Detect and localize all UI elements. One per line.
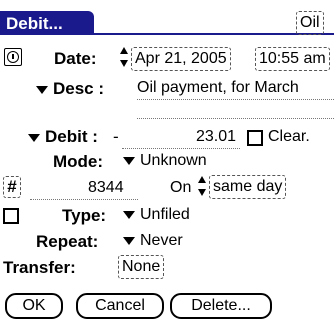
mode-value: Unknown (140, 152, 207, 169)
title-rule (0, 33, 334, 35)
cleared-label: Clear. (268, 128, 310, 145)
on-spinner[interactable] (198, 176, 206, 196)
desc-label: Desc : (53, 79, 105, 98)
desc-dropdown[interactable]: Desc : (36, 80, 104, 97)
debit-amount[interactable]: 23.01 (196, 129, 236, 145)
date-label: Date: (54, 49, 97, 68)
mode-dropdown[interactable]: Unknown (123, 153, 207, 169)
type-dropdown[interactable]: Unfiled (123, 207, 190, 223)
mode-label: Mode: (53, 152, 104, 171)
type-label: Type: (62, 206, 107, 225)
delete-button[interactable]: Delete... (170, 293, 272, 319)
repeat-value: Never (140, 232, 183, 249)
debit-sign: - (113, 127, 119, 146)
repeat-dropdown[interactable]: Never (123, 233, 183, 249)
date-value: Apr 21, 2005 (135, 50, 227, 67)
time-value: 10:55 am (259, 50, 326, 67)
title-tab[interactable]: Debit... (0, 11, 94, 35)
repeat-label: Repeat: (36, 232, 99, 251)
ok-button[interactable]: OK (5, 293, 63, 319)
type-checkbox[interactable] (3, 208, 19, 224)
debit-label: Debit : (45, 127, 98, 146)
on-label: On (170, 179, 192, 196)
cancel-button[interactable]: Cancel (76, 293, 164, 319)
on-value: same day (213, 178, 283, 195)
desc-underline-2 (137, 118, 334, 119)
number-button[interactable]: # (3, 176, 21, 198)
type-value: Unfiled (140, 206, 190, 223)
category-label: Oil (300, 14, 320, 31)
debit-underline (122, 148, 240, 149)
dropdown-arrow-icon (123, 236, 135, 245)
date-field[interactable]: Apr 21, 2005 (131, 47, 231, 71)
category-trigger[interactable]: Oil (296, 11, 324, 35)
cleared-checkbox[interactable] (247, 130, 263, 146)
dropdown-arrow-icon (36, 85, 48, 94)
debit-dropdown[interactable]: Debit : (28, 128, 98, 145)
dropdown-arrow-icon (123, 210, 135, 219)
on-field[interactable]: same day (209, 175, 287, 199)
alarm-icon[interactable] (4, 48, 22, 66)
time-field[interactable]: 10:55 am (255, 47, 330, 71)
transfer-field[interactable]: None (118, 255, 165, 279)
title-text: Debit... (6, 14, 63, 33)
dropdown-arrow-icon (123, 156, 135, 165)
desc-underline-1 (137, 99, 334, 100)
check-number-underline (30, 199, 138, 200)
transfer-label: Transfer: (3, 258, 76, 277)
desc-value[interactable]: Oil payment, for March (137, 80, 299, 96)
date-spinner[interactable] (120, 47, 128, 67)
transfer-value: None (122, 258, 161, 275)
dropdown-arrow-icon (28, 133, 40, 142)
check-number[interactable]: 8344 (88, 180, 124, 196)
